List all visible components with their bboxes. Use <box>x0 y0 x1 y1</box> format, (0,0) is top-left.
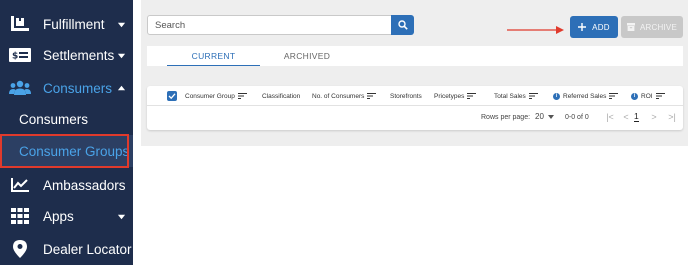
sort-icon <box>367 93 377 99</box>
sidebar-item-settlements[interactable]: $ Settlements <box>0 44 133 66</box>
column-label: Pricetypes <box>434 92 465 100</box>
tab-current[interactable]: CURRENT <box>167 46 260 66</box>
column-label: Total Sales <box>494 92 526 100</box>
column-header-no-of-consumers[interactable]: No. of Consumers <box>312 86 377 106</box>
sidebar: Fulfillment $ Settlements Consumers Cons… <box>0 0 133 265</box>
sidebar-subitem-consumer-groups[interactable]: Consumer Groups <box>0 135 133 167</box>
column-header-consumer-group[interactable]: Consumer Group <box>185 86 247 106</box>
column-label: Referred Sales <box>563 92 607 100</box>
search-input[interactable] <box>148 16 390 34</box>
sidebar-item-label: Dealer Locator <box>43 241 132 257</box>
sidebar-subitem-label: Consumers <box>19 112 89 127</box>
info-icon[interactable]: i <box>631 92 638 100</box>
sidebar-item-apps[interactable]: Apps <box>0 205 133 227</box>
sort-icon <box>237 93 247 99</box>
sidebar-item-label: Fulfillment <box>43 16 105 32</box>
add-button[interactable]: ADD <box>570 16 618 38</box>
next-page-icon[interactable]: > <box>649 112 659 122</box>
column-label: Consumer Group <box>185 92 235 100</box>
add-button-label: ADD <box>592 22 610 32</box>
tab-bar: CURRENT ARCHIVED <box>147 46 683 66</box>
column-header-storefronts[interactable]: Storefronts <box>390 86 422 106</box>
chart-line-icon <box>9 175 31 195</box>
sidebar-item-fulfillment[interactable]: Fulfillment <box>0 13 133 35</box>
tab-archived[interactable]: ARCHIVED <box>267 46 347 66</box>
sidebar-item-ambassadors[interactable]: Ambassadors <box>0 174 133 196</box>
search-button[interactable] <box>391 15 414 35</box>
caret-down-icon <box>117 22 126 27</box>
sidebar-item-label: Settlements <box>43 47 115 63</box>
info-icon[interactable]: i <box>553 92 560 100</box>
rows-per-page-select[interactable]: 20 <box>535 112 554 121</box>
money-icon: $ <box>9 45 31 65</box>
sidebar-subitem-label: Consumer Groups <box>19 144 130 159</box>
sidebar-item-dealer-locator[interactable]: Dealer Locator <box>0 238 133 260</box>
sort-icon <box>467 93 477 99</box>
search-box <box>147 15 414 35</box>
app-root: Fulfillment $ Settlements Consumers Cons… <box>0 0 688 265</box>
warehouse-icon <box>9 14 31 34</box>
archive-button[interactable]: ARCHIVE <box>621 16 683 38</box>
table-header: Consumer Group Classification No. of Con… <box>147 86 683 106</box>
column-header-roi[interactable]: i ROI <box>631 86 665 106</box>
check-icon <box>168 93 176 100</box>
column-label: Classification <box>262 92 301 100</box>
current-page: 1 <box>634 111 639 122</box>
search-icon <box>397 20 408 30</box>
plus-icon <box>578 23 587 31</box>
sort-icon <box>609 93 619 99</box>
select-all-checkbox[interactable] <box>167 91 177 101</box>
rows-per-page-value: 20 <box>535 112 544 121</box>
svg-text:$: $ <box>12 52 18 62</box>
main-panel: ADD ARCHIVE CURRENT ARCHIVED Consumer Gr… <box>141 0 688 146</box>
consumer-groups-table: Consumer Group Classification No. of Con… <box>147 86 683 130</box>
sidebar-subitem-consumers[interactable]: Consumers <box>0 108 133 132</box>
sidebar-item-label: Ambassadors <box>43 177 126 193</box>
archive-icon <box>627 23 636 31</box>
arrow-annotation <box>507 26 564 34</box>
users-icon <box>9 78 31 98</box>
sidebar-item-consumers[interactable]: Consumers <box>0 77 133 99</box>
sidebar-item-label: Consumers <box>43 80 113 96</box>
sidebar-item-label: Apps <box>43 208 74 224</box>
column-label: Storefronts <box>390 92 422 100</box>
sort-icon <box>528 93 538 99</box>
archive-button-label: ARCHIVE <box>640 22 677 32</box>
caret-down-icon <box>117 214 126 219</box>
pagination: Rows per page: 20 0-0 of 0 |< < 1 > >| <box>147 108 683 128</box>
caret-up-icon <box>117 85 126 90</box>
column-header-pricetypes[interactable]: Pricetypes <box>434 86 477 106</box>
prev-page-icon[interactable]: < <box>621 112 631 122</box>
sort-icon <box>655 93 665 99</box>
column-header-classification[interactable]: Classification <box>262 86 300 106</box>
pagination-range: 0-0 of 0 <box>565 114 589 121</box>
column-header-referred-sales[interactable]: i Referred Sales <box>553 86 619 106</box>
first-page-icon[interactable]: |< <box>605 112 615 122</box>
map-pin-icon <box>9 239 31 259</box>
rows-per-page-label: Rows per page: <box>481 114 531 121</box>
caret-down-icon <box>547 114 554 119</box>
column-header-total-sales[interactable]: Total Sales <box>494 86 538 106</box>
column-label: No. of Consumers <box>312 92 365 100</box>
column-label: ROI <box>641 92 653 100</box>
grid-icon <box>9 206 31 226</box>
caret-down-icon <box>117 53 126 58</box>
last-page-icon[interactable]: >| <box>667 112 677 122</box>
